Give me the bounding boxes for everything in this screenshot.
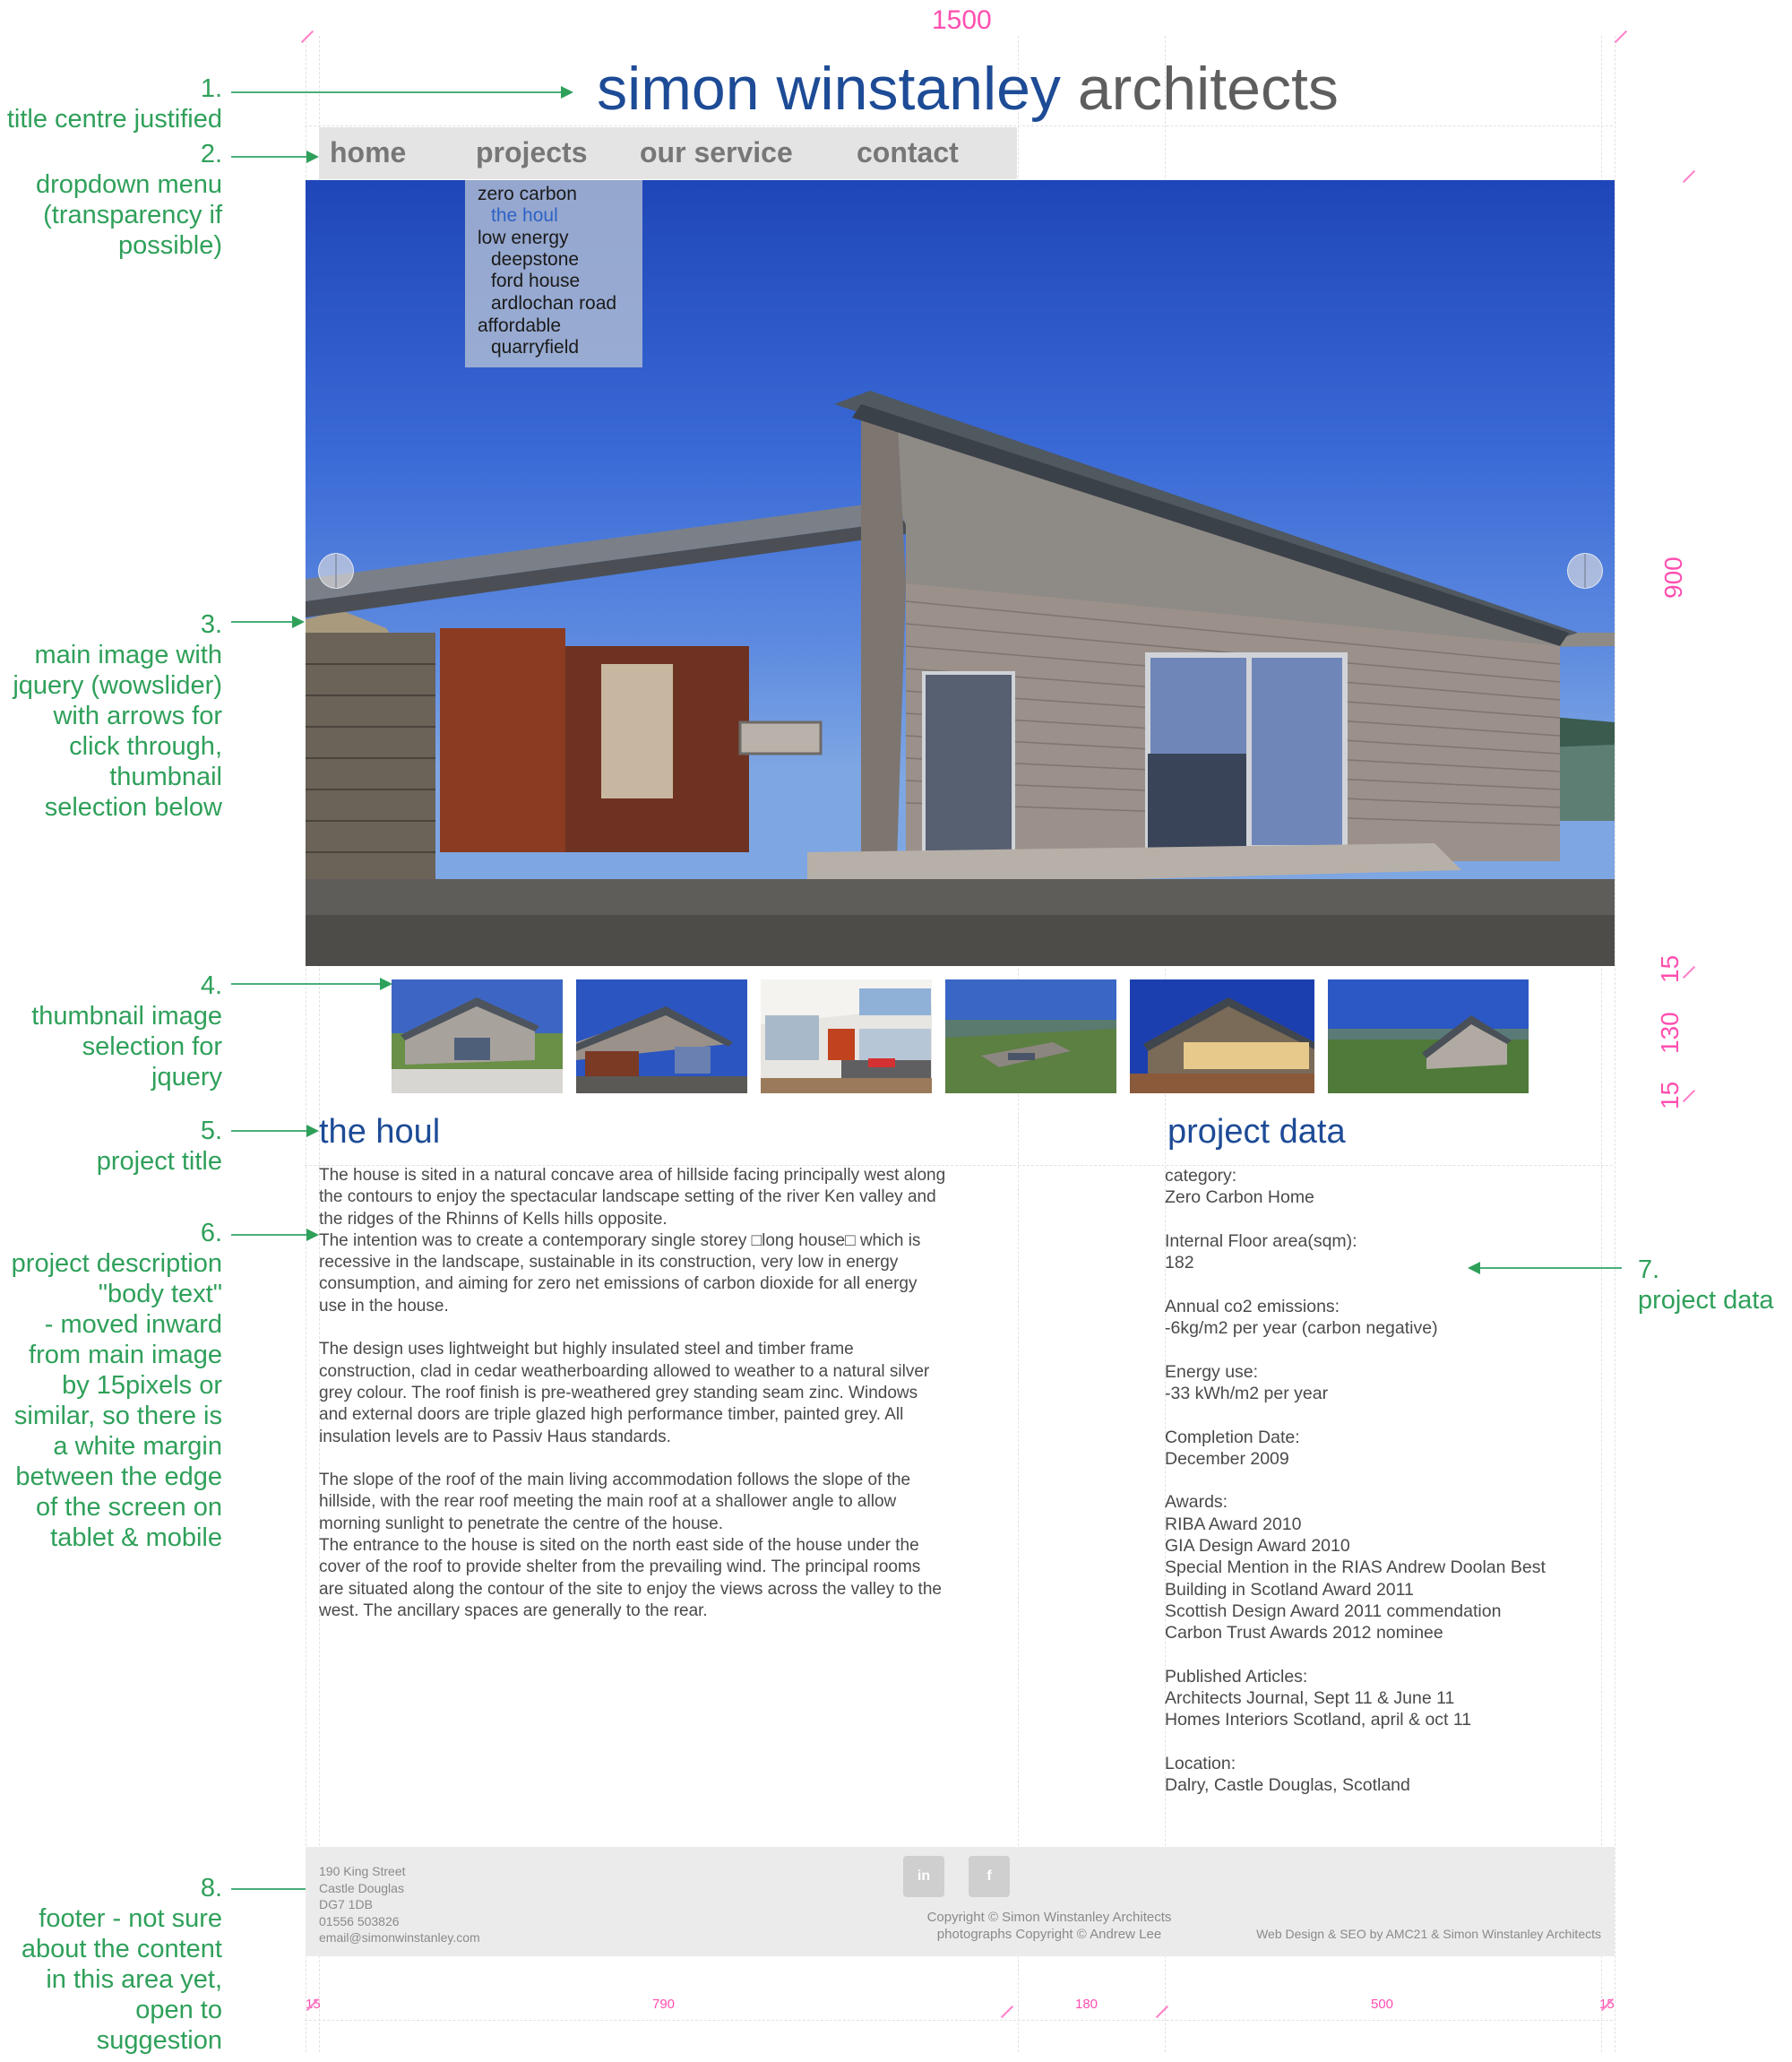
project-data-heading: project data (1167, 1113, 1346, 1151)
dropdown-item-zero-carbon[interactable]: zero carbon (478, 184, 577, 205)
thumbnail-photo (576, 979, 747, 1093)
dropdown-item-low-energy[interactable]: low energy (478, 228, 569, 249)
footer-credit[interactable]: Web Design & SEO by AMC21 & Simon Winsta… (1256, 1927, 1601, 1941)
dimension-tick (1682, 169, 1696, 184)
annotation-5: 5. project title (96, 1117, 222, 1176)
dimension-tick (1682, 965, 1696, 979)
dropdown-item-deepstone[interactable]: deepstone (491, 249, 579, 271)
slider-next-arrow[interactable] (1567, 553, 1603, 589)
dropdown-item-affordable[interactable]: affordable (478, 315, 561, 337)
site-title-suffix: architects (1077, 55, 1339, 123)
facebook-icon[interactable]: f (969, 1856, 1010, 1897)
thumbnail-2[interactable] (576, 979, 747, 1093)
annotation-2: 2. dropdown menu (transparency if possib… (36, 140, 222, 260)
main-nav: home projects our service contact (319, 127, 1017, 179)
thumbnail-3[interactable] (761, 979, 932, 1093)
thumbnail-photo (1328, 979, 1529, 1093)
dimension-tick (1682, 1089, 1696, 1103)
thumbnail-photo (1130, 979, 1314, 1093)
annotation-arrow (231, 616, 305, 628)
dropdown-item-the-houl[interactable]: the houl (491, 205, 558, 227)
project-data-list: category: Zero Carbon Home Internal Floo… (1165, 1166, 1546, 1796)
annotation-6: 6. project description "body text" - mov… (11, 1219, 222, 1552)
dimension-tick (300, 30, 314, 44)
nav-home[interactable]: home (330, 136, 406, 169)
dimension-tick (1000, 2005, 1014, 2019)
annotation-4: 4. thumbnail image selection for jquery (31, 971, 222, 1091)
thumbnail-1[interactable] (392, 979, 563, 1093)
dimension-gap-width: 180 (1075, 1997, 1098, 2012)
dropdown-item-ford-house[interactable]: ford house (491, 271, 580, 292)
annotation-arrow (231, 151, 319, 163)
thumbnail-4[interactable] (945, 979, 1116, 1093)
dimension-total-width: 1500 (932, 5, 992, 35)
nav-projects[interactable]: projects (476, 136, 587, 169)
nav-our-service[interactable]: our service (640, 136, 793, 169)
annotation-arrow (231, 1883, 319, 1895)
site-title-name: simon winstanley (597, 55, 1061, 123)
dimension-data-width: 500 (1371, 1997, 1394, 2012)
dimension-tick (1614, 30, 1628, 44)
project-title: the houl (319, 1113, 441, 1151)
annotation-7: 7. project data (1638, 1255, 1774, 1315)
annotation-arrow (231, 978, 392, 990)
dropdown-item-quarryfield[interactable]: quarryfield (491, 337, 579, 358)
slider-prev-arrow[interactable] (318, 553, 354, 589)
dimension-gap-bottom: 15 (1656, 1081, 1684, 1109)
thumbnail-6[interactable] (1328, 979, 1529, 1093)
thumbnail-photo (945, 979, 1116, 1093)
annotation-arrow (231, 1229, 319, 1241)
dimension-body-width: 790 (652, 1997, 676, 2012)
annotation-arrow (231, 1125, 319, 1137)
dimension-hero-height: 900 (1659, 556, 1687, 599)
dropdown-item-ardlochan-road[interactable]: ardlochan road (491, 293, 616, 315)
thumbnail-photo (392, 979, 563, 1093)
projects-dropdown-menu: zero carbon the houl low energy deepston… (465, 180, 642, 367)
site-title[interactable]: simon winstanley architects (0, 54, 1792, 124)
annotation-8: 8. footer - not sure about the content i… (21, 1874, 222, 2055)
footer-address: 190 King Street Castle Douglas DG7 1DB 0… (319, 1864, 480, 1945)
linkedin-icon[interactable]: in (903, 1856, 944, 1897)
project-description: The house is sited in a natural concave … (319, 1166, 946, 1620)
dimension-gap-top: 15 (1656, 954, 1684, 983)
guide-line (305, 125, 1613, 126)
annotation-3: 3. main image with jquery (wowslider) wi… (13, 610, 222, 822)
footer: 190 King Street Castle Douglas DG7 1DB 0… (306, 1847, 1615, 1956)
dimension-tick (1155, 2005, 1169, 2019)
thumbnail-photo (761, 979, 932, 1093)
nav-contact[interactable]: contact (857, 136, 959, 169)
guide-line (305, 2020, 1613, 2021)
thumbnail-5[interactable] (1130, 979, 1314, 1093)
dimension-thumb-row: 130 (1656, 1012, 1684, 1054)
